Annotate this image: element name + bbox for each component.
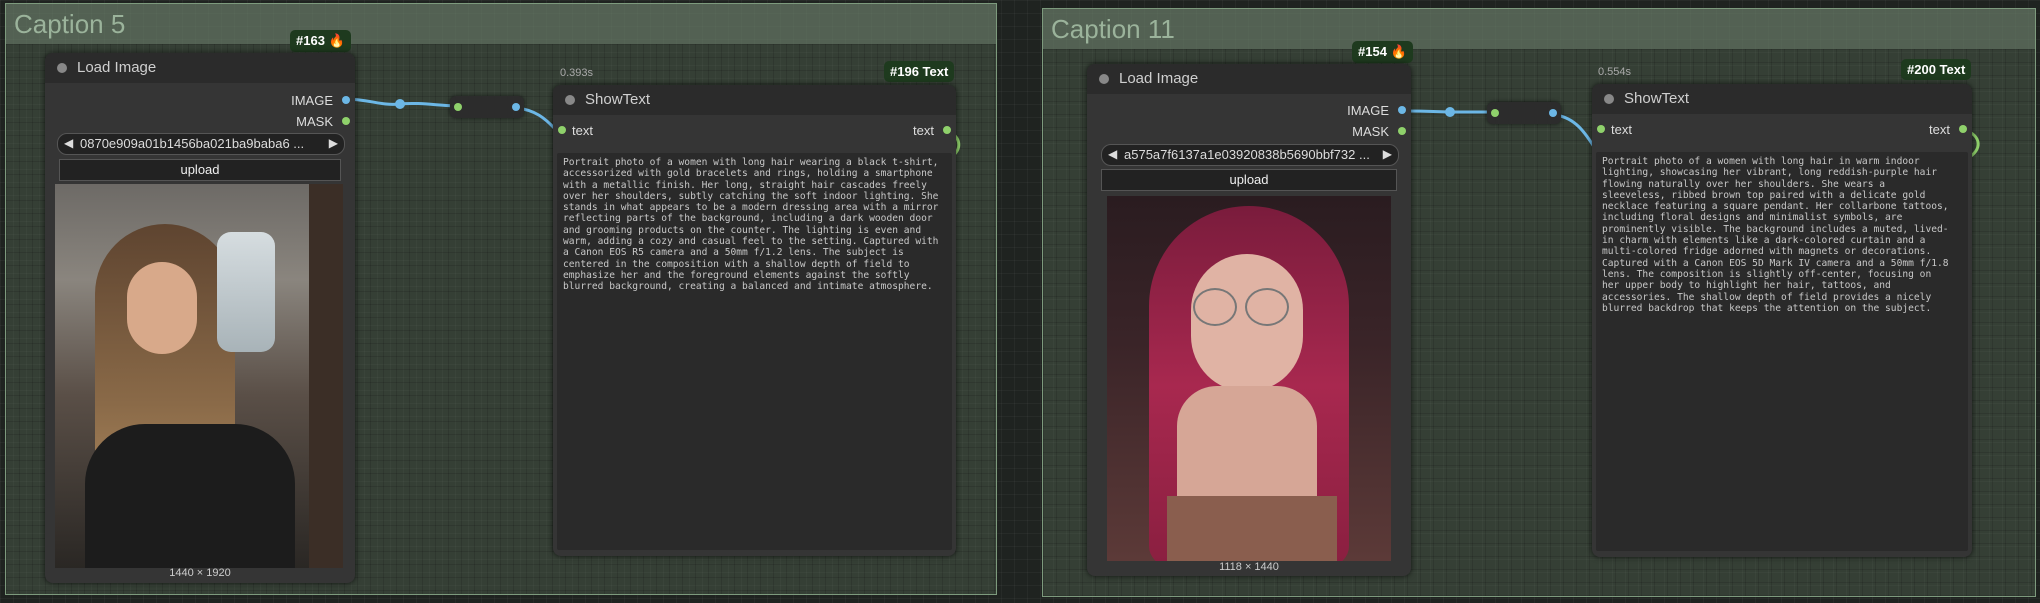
face-shape: [127, 262, 197, 354]
collapse-dot-icon[interactable]: [1604, 94, 1614, 104]
image-file-select[interactable]: ◀ 0870e909a01b1456ba021ba9baba6 ... ▶: [57, 133, 345, 155]
node-title: ShowText: [1624, 90, 1690, 107]
node-header[interactable]: ShowText: [553, 85, 956, 115]
selected-file-name: a575a7f6137a1e03920838b5690bbf732 ...: [1124, 147, 1370, 162]
node-title: ShowText: [585, 91, 651, 108]
output-label-mask: MASK: [1352, 124, 1389, 139]
node-title: Load Image: [77, 59, 157, 76]
output-label-text: text: [913, 123, 934, 138]
group-header[interactable]: [1043, 9, 2035, 49]
input-label-text: text: [572, 123, 593, 138]
glasses-left-shape: [1193, 288, 1237, 326]
execution-time: 0.393s: [560, 67, 594, 79]
image-file-select[interactable]: ◀ a575a7f6137a1e03920838b5690bbf732 ... …: [1101, 144, 1399, 166]
show-text-node[interactable]: ShowText text text Portrait photo of a w…: [1592, 84, 1972, 557]
top-shape: [1167, 496, 1337, 561]
output-port-mask[interactable]: [342, 117, 350, 125]
combo-left-arrow-icon[interactable]: ◀: [1108, 147, 1117, 161]
image-dimensions: 1118 × 1440: [1219, 561, 1279, 573]
text-display-area[interactable]: Portrait photo of a women with long hair…: [1596, 152, 1968, 551]
combo-left-arrow-icon[interactable]: ◀: [64, 136, 73, 150]
text-display-area[interactable]: Portrait photo of a women with long hair…: [557, 153, 952, 550]
shirt-shape: [85, 424, 295, 568]
reroute-node[interactable]: [450, 96, 524, 118]
input-port-text[interactable]: [558, 126, 566, 134]
group-header[interactable]: [6, 4, 996, 44]
phone-shape: [217, 232, 275, 352]
upload-button[interactable]: upload: [1101, 169, 1397, 191]
image-dimensions: 1440 × 1920: [169, 567, 231, 579]
output-label-image: IMAGE: [1347, 103, 1389, 118]
node-header[interactable]: ShowText: [1592, 84, 1972, 114]
reroute-input-port[interactable]: [454, 103, 462, 111]
group-title: Caption 5: [14, 9, 126, 39]
collapse-dot-icon[interactable]: [57, 63, 67, 73]
output-label-text: text: [1929, 122, 1950, 137]
collapse-dot-icon[interactable]: [565, 95, 575, 105]
glasses-right-shape: [1245, 288, 1289, 326]
input-label-text: text: [1611, 122, 1632, 137]
output-port-image[interactable]: [342, 96, 350, 104]
node-id-badge: #154 🔥: [1352, 41, 1413, 63]
output-port-text[interactable]: [1959, 125, 1967, 133]
upload-button[interactable]: upload: [59, 159, 341, 181]
execution-time: 0.554s: [1598, 66, 1632, 78]
image-preview: [55, 184, 343, 568]
reroute-node[interactable]: [1487, 102, 1561, 124]
reroute-output-port[interactable]: [512, 103, 520, 111]
collapse-dot-icon[interactable]: [1099, 74, 1109, 84]
image-preview: [1107, 196, 1391, 561]
load-image-node[interactable]: Load Image IMAGE MASK ◀ 0870e909a01b1456…: [45, 53, 355, 583]
output-port-image[interactable]: [1398, 106, 1406, 114]
node-id-badge: #163 🔥: [290, 30, 351, 52]
reroute-input-port[interactable]: [1491, 109, 1499, 117]
output-label-image: IMAGE: [291, 93, 333, 108]
node-title: Load Image: [1119, 70, 1199, 87]
selected-file-name: 0870e909a01b1456ba021ba9baba6 ...: [80, 136, 305, 151]
output-port-mask[interactable]: [1398, 127, 1406, 135]
load-image-node[interactable]: Load Image IMAGE MASK ◀ a575a7f6137a1e03…: [1087, 64, 1411, 576]
reroute-output-port[interactable]: [1549, 109, 1557, 117]
node-header[interactable]: Load Image: [1087, 64, 1411, 94]
input-port-text[interactable]: [1597, 125, 1605, 133]
door-shape: [309, 184, 343, 568]
show-text-node[interactable]: ShowText text text Portrait photo of a w…: [553, 85, 956, 556]
output-label-mask: MASK: [296, 114, 333, 129]
combo-right-arrow-icon[interactable]: ▶: [1383, 147, 1392, 161]
output-port-text[interactable]: [943, 126, 951, 134]
node-id-badge: #196 Text: [884, 61, 955, 82]
node-id-badge: #200 Text: [1901, 59, 1972, 80]
node-header[interactable]: Load Image: [45, 53, 355, 83]
combo-right-arrow-icon[interactable]: ▶: [329, 136, 338, 150]
group-title: Caption 11: [1051, 14, 1175, 44]
